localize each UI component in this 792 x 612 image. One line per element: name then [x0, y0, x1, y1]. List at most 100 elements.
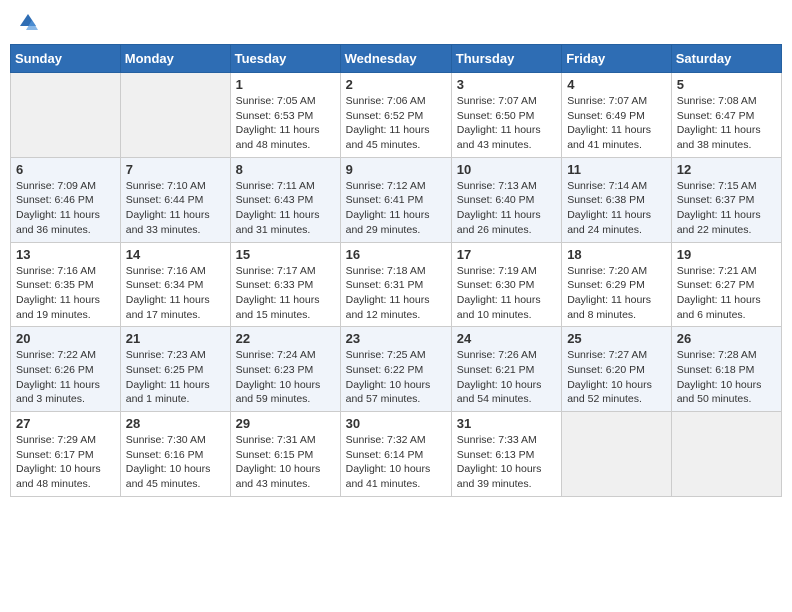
- day-number: 3: [457, 77, 556, 92]
- day-info: Sunrise: 7:17 AM Sunset: 6:33 PM Dayligh…: [236, 264, 335, 323]
- day-number: 4: [567, 77, 666, 92]
- calendar-cell: 22 Sunrise: 7:24 AM Sunset: 6:23 PM Dayli…: [230, 327, 340, 412]
- day-info: Sunrise: 7:08 AM Sunset: 6:47 PM Dayligh…: [677, 94, 776, 153]
- day-number: 18: [567, 247, 666, 262]
- day-info: Sunrise: 7:28 AM Sunset: 6:18 PM Dayligh…: [677, 348, 776, 407]
- calendar-cell: 1 Sunrise: 7:05 AM Sunset: 6:53 PM Daylig…: [230, 73, 340, 158]
- calendar-header-row: SundayMondayTuesdayWednesdayThursdayFrid…: [11, 45, 782, 73]
- day-info: Sunrise: 7:07 AM Sunset: 6:50 PM Dayligh…: [457, 94, 556, 153]
- day-info: Sunrise: 7:10 AM Sunset: 6:44 PM Dayligh…: [126, 179, 225, 238]
- calendar-week-row: 6 Sunrise: 7:09 AM Sunset: 6:46 PM Daylig…: [11, 157, 782, 242]
- logo-icon: [18, 12, 38, 32]
- calendar-cell: 9Sunrise: 7:12 AM Sunset: 6:41 PM Daylig…: [340, 157, 451, 242]
- calendar-cell: 12 Sunrise: 7:15 AM Sunset: 6:37 PM Dayli…: [671, 157, 781, 242]
- calendar-cell: 19 Sunrise: 7:21 AM Sunset: 6:27 PM Dayli…: [671, 242, 781, 327]
- day-number: 25: [567, 331, 666, 346]
- calendar-cell: 7 Sunrise: 7:10 AM Sunset: 6:44 PM Daylig…: [120, 157, 230, 242]
- day-info: Sunrise: 7:25 AM Sunset: 6:22 PM Dayligh…: [346, 348, 446, 407]
- day-info: Sunrise: 7:32 AM Sunset: 6:14 PM Dayligh…: [346, 433, 446, 492]
- calendar-cell: 2 Sunrise: 7:06 AM Sunset: 6:52 PM Daylig…: [340, 73, 451, 158]
- day-info: Sunrise: 7:21 AM Sunset: 6:27 PM Dayligh…: [677, 264, 776, 323]
- day-number: 31: [457, 416, 556, 431]
- calendar-cell: [11, 73, 121, 158]
- day-info: Sunrise: 7:33 AM Sunset: 6:13 PM Dayligh…: [457, 433, 556, 492]
- calendar-cell: [671, 412, 781, 497]
- day-info: Sunrise: 7:09 AM Sunset: 6:46 PM Dayligh…: [16, 179, 115, 238]
- day-number: 5: [677, 77, 776, 92]
- day-number: 1: [236, 77, 335, 92]
- day-number: 30: [346, 416, 446, 431]
- calendar-cell: 8 Sunrise: 7:11 AM Sunset: 6:43 PM Daylig…: [230, 157, 340, 242]
- day-info: Sunrise: 7:19 AM Sunset: 6:30 PM Dayligh…: [457, 264, 556, 323]
- calendar-cell: 24 Sunrise: 7:26 AM Sunset: 6:21 PM Dayli…: [451, 327, 561, 412]
- day-number: 8: [236, 162, 335, 177]
- day-info: Sunrise: 7:16 AM Sunset: 6:34 PM Dayligh…: [126, 264, 225, 323]
- calendar-cell: 17 Sunrise: 7:19 AM Sunset: 6:30 PM Dayli…: [451, 242, 561, 327]
- day-number: 21: [126, 331, 225, 346]
- calendar-cell: 16 Sunrise: 7:18 AM Sunset: 6:31 PM Dayli…: [340, 242, 451, 327]
- calendar-cell: 10 Sunrise: 7:13 AM Sunset: 6:40 PM Dayli…: [451, 157, 561, 242]
- day-number: 12: [677, 162, 776, 177]
- day-info: Sunrise: 7:15 AM Sunset: 6:37 PM Dayligh…: [677, 179, 776, 238]
- calendar-cell: 4 Sunrise: 7:07 AM Sunset: 6:49 PM Daylig…: [562, 73, 672, 158]
- day-number: 22: [236, 331, 335, 346]
- day-number: 2: [346, 77, 446, 92]
- calendar-cell: 30 Sunrise: 7:32 AM Sunset: 6:14 PM Dayli…: [340, 412, 451, 497]
- calendar-week-row: 1 Sunrise: 7:05 AM Sunset: 6:53 PM Daylig…: [11, 73, 782, 158]
- day-info: Sunrise: 7:11 AM Sunset: 6:43 PM Dayligh…: [236, 179, 335, 238]
- calendar-cell: 6 Sunrise: 7:09 AM Sunset: 6:46 PM Daylig…: [11, 157, 121, 242]
- day-number: 6: [16, 162, 115, 177]
- day-info: Sunrise: 7:29 AM Sunset: 6:17 PM Dayligh…: [16, 433, 115, 492]
- calendar-cell: [120, 73, 230, 158]
- day-info: Sunrise: 7:18 AM Sunset: 6:31 PM Dayligh…: [346, 264, 446, 323]
- day-info: Sunrise: 7:26 AM Sunset: 6:21 PM Dayligh…: [457, 348, 556, 407]
- calendar-cell: [562, 412, 672, 497]
- day-info: Sunrise: 7:31 AM Sunset: 6:15 PM Dayligh…: [236, 433, 335, 492]
- calendar-cell: 18 Sunrise: 7:20 AM Sunset: 6:29 PM Dayli…: [562, 242, 672, 327]
- day-info: Sunrise: 7:06 AM Sunset: 6:52 PM Dayligh…: [346, 94, 446, 153]
- weekday-header: Sunday: [11, 45, 121, 73]
- page-header: [10, 10, 782, 36]
- day-info: Sunrise: 7:05 AM Sunset: 6:53 PM Dayligh…: [236, 94, 335, 153]
- day-number: 23: [346, 331, 446, 346]
- day-info: Sunrise: 7:16 AM Sunset: 6:35 PM Dayligh…: [16, 264, 115, 323]
- calendar-table: SundayMondayTuesdayWednesdayThursdayFrid…: [10, 44, 782, 497]
- day-number: 27: [16, 416, 115, 431]
- day-info: Sunrise: 7:07 AM Sunset: 6:49 PM Dayligh…: [567, 94, 666, 153]
- day-number: 26: [677, 331, 776, 346]
- day-info: Sunrise: 7:30 AM Sunset: 6:16 PM Dayligh…: [126, 433, 225, 492]
- calendar-cell: 28 Sunrise: 7:30 AM Sunset: 6:16 PM Dayli…: [120, 412, 230, 497]
- calendar-cell: 20Sunrise: 7:22 AM Sunset: 6:26 PM Dayli…: [11, 327, 121, 412]
- day-number: 17: [457, 247, 556, 262]
- day-number: 13: [16, 247, 115, 262]
- day-info: Sunrise: 7:24 AM Sunset: 6:23 PM Dayligh…: [236, 348, 335, 407]
- calendar-cell: 15 Sunrise: 7:17 AM Sunset: 6:33 PM Dayli…: [230, 242, 340, 327]
- weekday-header: Monday: [120, 45, 230, 73]
- day-number: 28: [126, 416, 225, 431]
- weekday-header: Wednesday: [340, 45, 451, 73]
- calendar-week-row: 20Sunrise: 7:22 AM Sunset: 6:26 PM Dayli…: [11, 327, 782, 412]
- day-number: 9: [346, 162, 446, 177]
- day-number: 24: [457, 331, 556, 346]
- calendar-cell: 31 Sunrise: 7:33 AM Sunset: 6:13 PM Dayli…: [451, 412, 561, 497]
- day-number: 16: [346, 247, 446, 262]
- calendar-week-row: 27 Sunrise: 7:29 AM Sunset: 6:17 PM Dayli…: [11, 412, 782, 497]
- day-number: 15: [236, 247, 335, 262]
- calendar-cell: 27 Sunrise: 7:29 AM Sunset: 6:17 PM Dayli…: [11, 412, 121, 497]
- calendar-cell: 13 Sunrise: 7:16 AM Sunset: 6:35 PM Dayli…: [11, 242, 121, 327]
- day-info: Sunrise: 7:14 AM Sunset: 6:38 PM Dayligh…: [567, 179, 666, 238]
- day-number: 20: [16, 331, 115, 346]
- calendar-week-row: 13 Sunrise: 7:16 AM Sunset: 6:35 PM Dayli…: [11, 242, 782, 327]
- weekday-header: Friday: [562, 45, 672, 73]
- day-info: Sunrise: 7:20 AM Sunset: 6:29 PM Dayligh…: [567, 264, 666, 323]
- day-info: Sunrise: 7:13 AM Sunset: 6:40 PM Dayligh…: [457, 179, 556, 238]
- day-number: 10: [457, 162, 556, 177]
- weekday-header: Saturday: [671, 45, 781, 73]
- day-number: 19: [677, 247, 776, 262]
- weekday-header: Thursday: [451, 45, 561, 73]
- calendar-cell: 26 Sunrise: 7:28 AM Sunset: 6:18 PM Dayli…: [671, 327, 781, 412]
- day-number: 14: [126, 247, 225, 262]
- calendar-cell: 3 Sunrise: 7:07 AM Sunset: 6:50 PM Daylig…: [451, 73, 561, 158]
- day-number: 7: [126, 162, 225, 177]
- day-info: Sunrise: 7:23 AM Sunset: 6:25 PM Dayligh…: [126, 348, 225, 407]
